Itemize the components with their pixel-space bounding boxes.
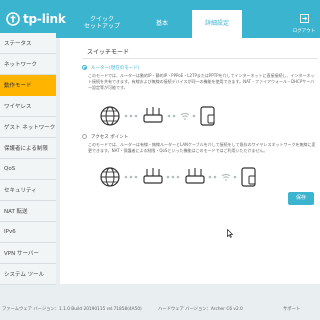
router-mode-description: このモードでは、ルーターは動的IP・静的IP・PPPoE・L2TPまたはPPTP… xyxy=(88,73,315,90)
logout-icon xyxy=(299,14,309,23)
hardware-version: ハードウェア バージョン：Archer C6 v2.0 xyxy=(158,307,243,312)
tablet-icon xyxy=(241,167,256,187)
section-title: スイッチモード xyxy=(87,49,130,56)
sidebar-item-security[interactable]: セキュリティ xyxy=(0,180,56,201)
access-point-router-icon xyxy=(185,168,205,184)
logout-button[interactable]: ログアウト xyxy=(292,8,316,34)
wifi-icon xyxy=(180,112,190,120)
footer: ファームウェア バージョン：1.1.0 Build 20190115 rel.7… xyxy=(0,296,320,320)
save-button[interactable]: 保存 xyxy=(288,192,314,205)
tab-advanced[interactable]: 詳細設定 xyxy=(192,10,242,38)
sidebar-item-network[interactable]: ネットワーク xyxy=(0,54,56,75)
support-link[interactable]: サポート xyxy=(283,306,300,312)
sidebar-item-operation-mode[interactable]: 動作モード xyxy=(0,75,56,96)
main-router-icon xyxy=(143,168,163,184)
top-nav: クイック セットアップ 基本 詳細設定 xyxy=(72,10,242,38)
main-panel: スイッチモード ルーター(現在のモード) このモードでは、ルーターは動的IP・静… xyxy=(60,38,320,284)
sidebar-item-guest-network[interactable]: ゲスト ネットワーク xyxy=(0,117,56,138)
sidebar-item-qos[interactable]: QoS xyxy=(0,159,56,180)
sidebar-item-nat-forwarding[interactable]: NAT 転送 xyxy=(0,201,56,222)
tab-quick-setup[interactable]: クイック セットアップ xyxy=(72,10,132,38)
firmware-version: ファームウェア バージョン：1.1.0 Build 20190115 rel.7… xyxy=(2,307,142,312)
tab-basic[interactable]: 基本 xyxy=(132,10,192,38)
sidebar-item-parental-controls[interactable]: 保護者による制限 xyxy=(0,138,56,159)
router-icon xyxy=(143,107,163,123)
access-point-mode-label[interactable]: アクセス ポイント xyxy=(91,134,128,140)
wifi-icon xyxy=(221,173,231,181)
router-mode-diagram xyxy=(100,106,215,126)
sidebar-item-ipv6[interactable]: IPv6 xyxy=(0,222,56,243)
tp-link-logo[interactable]: tp-link xyxy=(6,9,66,29)
router-mode-label[interactable]: ルーター(現在のモード) xyxy=(91,65,140,71)
tablet-icon xyxy=(200,106,215,126)
sidebar-item-vpn-server[interactable]: VPN サーバー xyxy=(0,243,56,264)
logout-label: ログアウト xyxy=(292,29,316,34)
access-point-mode-description: このモードでは、ルーターは有線・無線ルーターとLANケーブルを介して接続をして既… xyxy=(88,142,316,153)
sidebar-item-status[interactable]: ステータス xyxy=(0,33,56,54)
access-point-mode-radio[interactable] xyxy=(82,134,87,139)
internet-globe-icon xyxy=(100,167,120,187)
sidebar-item-wireless[interactable]: ワイヤレス xyxy=(0,96,56,117)
mouse-cursor-icon xyxy=(227,229,233,238)
router-admin-page: tp-link クイック セットアップ 基本 詳細設定 ログアウト ステータス … xyxy=(0,0,320,320)
sidebar-item-system-tools[interactable]: システム ツール xyxy=(0,264,56,285)
access-point-mode-diagram xyxy=(100,167,256,187)
tp-link-logo-icon xyxy=(6,12,20,26)
sidebar-menu: ステータス ネットワーク 動作モード ワイヤレス ゲスト ネットワーク 保護者に… xyxy=(0,33,56,285)
internet-globe-icon xyxy=(100,106,120,126)
brand-name: tp-link xyxy=(23,12,66,26)
title-divider xyxy=(82,58,318,59)
router-mode-radio[interactable] xyxy=(82,65,87,70)
